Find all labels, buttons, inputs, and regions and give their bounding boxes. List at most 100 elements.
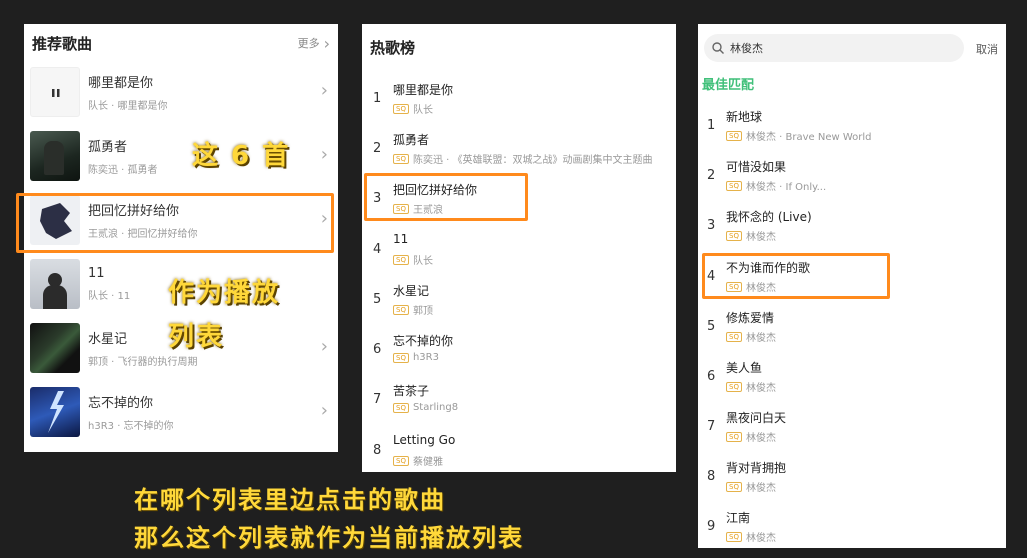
song-title: Letting Go bbox=[393, 433, 456, 447]
sq-badge: SQ bbox=[726, 431, 742, 442]
sq-badge: SQ bbox=[393, 352, 409, 363]
search-result-row[interactable]: 9 江南 SQ 林俊杰 bbox=[698, 509, 1006, 548]
song-title: 孤勇者 bbox=[393, 133, 430, 147]
song-artist: 郭顶 bbox=[412, 306, 433, 317]
song-title: 忘不掉的你 bbox=[393, 334, 454, 348]
song-title: 新地球 bbox=[726, 110, 763, 124]
song-artist: 林俊杰 bbox=[745, 483, 776, 494]
sq-badge: SQ bbox=[393, 103, 409, 114]
annotation-playlist: 列表 bbox=[168, 322, 225, 352]
cancel-button[interactable]: 取消 bbox=[976, 41, 998, 57]
search-result-row[interactable]: 1 新地球 SQ 林俊杰 · Brave New World bbox=[698, 108, 1006, 152]
rank-number: 3 bbox=[707, 218, 716, 233]
annotation-bottom-line-2: 那么这个列表就作为当前播放列表 bbox=[134, 524, 524, 552]
sq-badge: SQ bbox=[726, 130, 742, 141]
album-cover bbox=[30, 387, 80, 437]
rank-number: 9 bbox=[707, 519, 716, 534]
hot-song-row[interactable]: 1 哪里都是你 SQ 队长 bbox=[362, 81, 676, 125]
rank-number: 8 bbox=[373, 443, 382, 458]
chevron-right-icon: › bbox=[320, 80, 328, 101]
album-cover bbox=[30, 131, 80, 181]
song-artist: 林俊杰 bbox=[745, 533, 776, 544]
song-title: 修炼爱情 bbox=[726, 311, 775, 325]
song-artist: 林俊杰 · If Only... bbox=[745, 182, 827, 193]
search-result-row[interactable]: 5 修炼爱情 SQ 林俊杰 bbox=[698, 309, 1006, 353]
album-cover bbox=[30, 259, 80, 309]
sq-badge: SQ bbox=[726, 381, 742, 392]
song-artist: 林俊杰 bbox=[745, 333, 776, 344]
rank-number: 5 bbox=[373, 292, 382, 307]
recommend-song-row[interactable]: 孤勇者 陈奕迅 · 孤勇者 › bbox=[24, 130, 338, 182]
sq-badge: SQ bbox=[726, 180, 742, 191]
search-result-row[interactable]: 8 背对背拥抱 SQ 林俊杰 bbox=[698, 459, 1006, 503]
rank-number: 4 bbox=[373, 242, 382, 257]
sq-badge: SQ bbox=[726, 481, 742, 492]
chevron-right-icon: › bbox=[320, 144, 328, 165]
recommend-song-row[interactable]: 哪里都是你 队长 · 哪里都是你 › bbox=[24, 66, 338, 118]
album-cover bbox=[30, 323, 80, 373]
song-title: 苦茶子 bbox=[393, 384, 430, 398]
rank-number: 1 bbox=[707, 118, 716, 133]
song-title: 水星记 bbox=[393, 284, 430, 298]
recommend-header: 推荐歌曲 更多 › bbox=[24, 24, 338, 62]
pause-icon[interactable] bbox=[31, 68, 80, 117]
hot-song-row[interactable]: 7 苦茶子 SQ Starling8 bbox=[362, 382, 676, 426]
song-title: 黑夜问白天 bbox=[726, 411, 787, 425]
song-title: 哪里都是你 bbox=[88, 76, 154, 91]
annotation-as-playlist: 作为播放 bbox=[168, 278, 281, 308]
song-artist: 林俊杰 bbox=[745, 232, 776, 243]
song-artist: 林俊杰 · Brave New World bbox=[745, 132, 872, 143]
sq-badge: SQ bbox=[393, 153, 409, 164]
annotation-bottom-line-1: 在哪个列表里边点击的歌曲 bbox=[134, 486, 446, 514]
rank-number: 1 bbox=[373, 91, 382, 106]
rank-number: 2 bbox=[373, 141, 382, 156]
search-result-row[interactable]: 3 我怀念的 (Live) SQ 林俊杰 bbox=[698, 208, 1006, 252]
highlight-box bbox=[702, 253, 890, 299]
sq-badge: SQ bbox=[393, 254, 409, 265]
search-result-row[interactable]: 2 可惜没如果 SQ 林俊杰 · If Only... bbox=[698, 158, 1006, 202]
rank-number: 6 bbox=[707, 369, 716, 384]
chevron-right-icon: › bbox=[323, 33, 330, 53]
song-artist: h3R3 bbox=[412, 352, 439, 363]
search-input[interactable] bbox=[730, 41, 930, 55]
sq-badge: SQ bbox=[393, 455, 409, 466]
song-subtitle: h3R3 · 忘不掉的你 bbox=[88, 421, 174, 432]
search-result-row[interactable]: 6 美人鱼 SQ 林俊杰 bbox=[698, 359, 1006, 403]
hot-song-row[interactable]: 4 11 SQ 队长 bbox=[362, 232, 676, 276]
song-artist: 队长 bbox=[412, 256, 433, 267]
song-title: 可惜没如果 bbox=[726, 160, 787, 174]
hot-chart-panel: 热歌榜 1 哪里都是你 SQ 队长 2 孤勇者 SQ 陈奕迅 · 《英雄联盟：双城之… bbox=[362, 24, 676, 472]
song-subtitle: 郭顶 · 飞行器的执行周期 bbox=[88, 357, 198, 368]
song-title: 忘不掉的你 bbox=[88, 396, 154, 411]
sq-badge: SQ bbox=[726, 230, 742, 241]
song-artist: 林俊杰 bbox=[745, 433, 776, 444]
annotation-these-six: 这 6 首 bbox=[192, 141, 291, 171]
sq-badge: SQ bbox=[726, 531, 742, 542]
more-label: 更多 bbox=[297, 37, 320, 50]
search-icon bbox=[712, 42, 724, 54]
hot-chart-title: 热歌榜 bbox=[370, 38, 416, 57]
song-subtitle: 队长 · 哪里都是你 bbox=[88, 101, 168, 112]
song-title: 背对背拥抱 bbox=[726, 461, 787, 475]
sq-badge: SQ bbox=[393, 402, 409, 413]
sq-badge: SQ bbox=[726, 331, 742, 342]
hot-song-row[interactable]: 2 孤勇者 SQ 陈奕迅 · 《英雄联盟：双城之战》动画剧集中文主题曲 bbox=[362, 131, 676, 175]
chevron-right-icon: › bbox=[320, 400, 328, 421]
rank-number: 7 bbox=[373, 392, 382, 407]
hot-song-row[interactable]: 6 忘不掉的你 SQ h3R3 bbox=[362, 332, 676, 376]
chevron-right-icon: › bbox=[320, 336, 328, 357]
search-box[interactable] bbox=[704, 34, 964, 62]
song-artist: 队长 bbox=[412, 105, 433, 116]
album-cover bbox=[30, 67, 80, 117]
search-result-row[interactable]: 7 黑夜问白天 SQ 林俊杰 bbox=[698, 409, 1006, 453]
recommend-song-row[interactable]: 忘不掉的你 h3R3 · 忘不掉的你 › bbox=[24, 386, 338, 438]
hot-song-row[interactable]: 5 水星记 SQ 郭顶 bbox=[362, 282, 676, 326]
song-title: 哪里都是你 bbox=[393, 83, 454, 97]
more-link[interactable]: 更多 › bbox=[298, 34, 330, 53]
song-artist: 林俊杰 bbox=[745, 383, 776, 394]
song-artist: Starling8 bbox=[412, 402, 459, 413]
hot-song-row[interactable]: 8 Letting Go SQ 蔡健雅 bbox=[362, 433, 676, 472]
song-title: 11 bbox=[393, 232, 409, 246]
rank-number: 2 bbox=[707, 168, 716, 183]
song-artist: 蔡健雅 bbox=[412, 457, 443, 468]
